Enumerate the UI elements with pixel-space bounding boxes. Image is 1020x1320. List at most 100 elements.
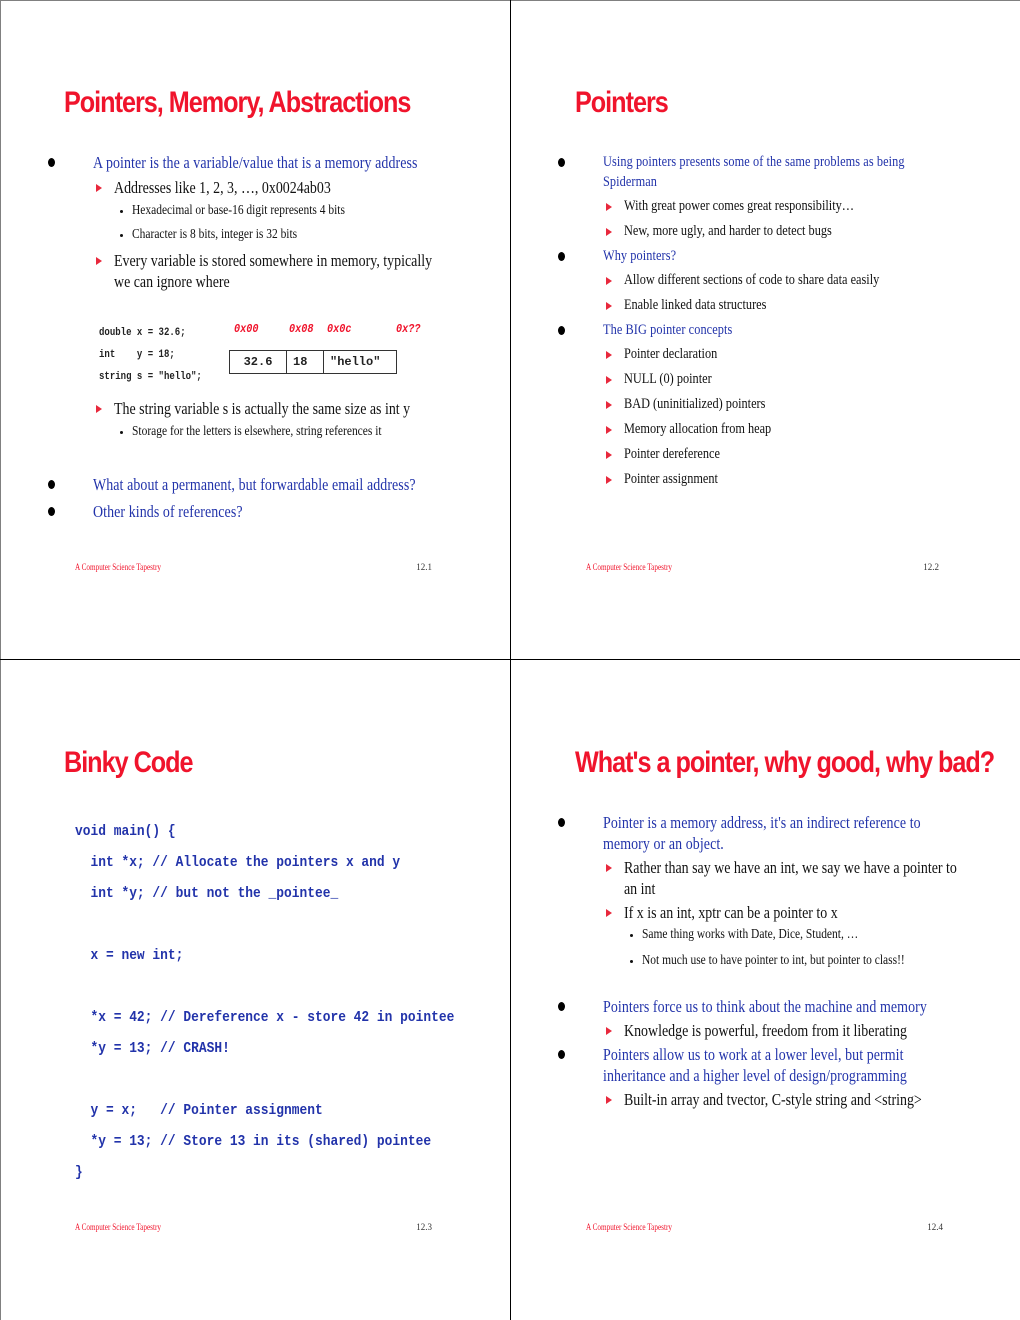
bullet-dot-icon xyxy=(48,480,55,489)
slide-12-4: What's a pointer, why good, why bad? Poi… xyxy=(511,660,1020,1320)
sub-sub-bullet: Hexadecimal or base-16 digit represents … xyxy=(48,202,448,220)
arrow-bullet-icon xyxy=(606,228,612,236)
sub-bullet: NULL (0) pointer xyxy=(558,369,958,389)
sub-bullet: Pointer assignment xyxy=(558,469,958,489)
bullet-dot-icon xyxy=(558,158,565,167)
code-line: y = x; // Pointer assignment xyxy=(75,1102,323,1119)
sub-bullet: Memory allocation from heap xyxy=(558,419,958,439)
code-line: string s = "hello"; xyxy=(99,371,202,383)
sub-bullet: Built-in array and tvector, C-style stri… xyxy=(558,1089,958,1110)
footer-title: A Computer Science Tapestry xyxy=(75,562,161,572)
page-number: 12.3 xyxy=(416,1222,432,1232)
memory-cell: "hello" xyxy=(323,350,397,374)
slide-content: Pointer is a memory address, it's an ind… xyxy=(558,812,958,1113)
code-line: double x = 32.6; xyxy=(99,327,186,339)
slide-12-2: Pointers Using pointers presents some of… xyxy=(511,0,1020,660)
sub-bullet: Addresses like 1, 2, 3, …, 0x0024ab03 xyxy=(48,177,448,198)
arrow-bullet-icon xyxy=(606,476,612,484)
code-block: void main() { int *x; // Allocate the po… xyxy=(75,816,516,1188)
code-line: int *x; // Allocate the pointers x and y xyxy=(75,854,401,871)
slide-12-3: Binky Code void main() { int *x; // Allo… xyxy=(0,660,510,1320)
code-line: *y = 13; // Store 13 in its (shared) poi… xyxy=(75,1133,432,1150)
sub-bullet: Rather than say we have an int, we say w… xyxy=(558,857,958,899)
sub-sub-bullet: Character is 8 bits, integer is 32 bits xyxy=(48,226,448,244)
code-line: int *y; // but not the _pointee_ xyxy=(75,885,339,902)
code-line: *x = 42; // Dereference x - store 42 in … xyxy=(75,1009,455,1026)
sub-bullet: Pointer declaration xyxy=(558,344,958,364)
sub-bullet: If x is an int, xptr can be a pointer to… xyxy=(558,902,958,923)
sub-sub-bullet: Storage for the letters is elsewhere, st… xyxy=(48,423,468,441)
address-label: 0x?? xyxy=(396,322,421,336)
sub-bullet: The string variable s is actually the sa… xyxy=(48,398,468,419)
slide-title: Pointers xyxy=(575,86,669,119)
sub-sub-bullet: Same thing works with Date, Dice, Studen… xyxy=(558,926,958,944)
slide-content-bottom: What about a permanent, but forwardable … xyxy=(48,474,468,528)
sub-bullet: Pointer dereference xyxy=(558,444,958,464)
footer-title: A Computer Science Tapestry xyxy=(586,1222,672,1232)
small-dot-icon xyxy=(630,934,633,937)
memory-cell: 18 xyxy=(286,350,324,374)
code-line: int y = 18; xyxy=(99,349,175,361)
footer-title: A Computer Science Tapestry xyxy=(75,1222,161,1232)
bullet-dot-icon xyxy=(558,1050,565,1059)
bullet-dot-icon xyxy=(558,818,565,827)
bullet: What about a permanent, but forwardable … xyxy=(48,474,468,495)
slide-content-after-code: The string variable s is actually the sa… xyxy=(48,396,468,447)
code-block: double x = 32.6; int y = 18; string s = … xyxy=(99,322,224,388)
sub-sub-bullet: Not much use to have pointer to int, but… xyxy=(558,952,958,970)
page-number: 12.1 xyxy=(416,562,432,572)
memory-cell: 32.6 xyxy=(229,350,287,374)
small-dot-icon xyxy=(630,960,633,963)
slide-12-1: Pointers, Memory, Abstractions A pointer… xyxy=(0,0,510,660)
slide-title: Pointers, Memory, Abstractions xyxy=(64,86,411,119)
small-dot-icon xyxy=(120,210,123,213)
slide-content: Using pointers presents some of the same… xyxy=(558,152,958,494)
code-line: void main() { xyxy=(75,823,176,840)
bullet: The BIG pointer concepts xyxy=(558,320,958,340)
arrow-bullet-icon xyxy=(606,351,612,359)
arrow-bullet-icon xyxy=(606,401,612,409)
memory-diagram: 32.6 18 "hello" xyxy=(229,350,397,374)
page-number: 12.4 xyxy=(927,1222,943,1232)
bullet-dot-icon xyxy=(48,507,55,516)
sub-bullet: BAD (uninitialized) pointers xyxy=(558,394,958,414)
bullet-dot-icon xyxy=(558,252,565,261)
bullet: Pointers allow us to work at a lower lev… xyxy=(558,1044,958,1086)
bullet: Other kinds of references? xyxy=(48,501,468,522)
sub-bullet: With great power comes great responsibil… xyxy=(558,196,958,216)
address-label: 0x08 xyxy=(289,322,314,336)
code-line: x = new int; xyxy=(75,947,184,964)
arrow-bullet-icon xyxy=(96,405,102,413)
slide-content: A pointer is the a variable/value that i… xyxy=(48,152,448,296)
arrow-bullet-icon xyxy=(606,203,612,211)
arrow-bullet-icon xyxy=(606,376,612,384)
sub-bullet: Enable linked data structures xyxy=(558,295,958,315)
bullet-dot-icon xyxy=(558,1002,565,1011)
arrow-bullet-icon xyxy=(96,184,102,192)
arrow-bullet-icon xyxy=(606,451,612,459)
arrow-bullet-icon xyxy=(606,909,612,917)
bullet: Pointers force us to think about the mac… xyxy=(558,996,958,1017)
arrow-bullet-icon xyxy=(606,1027,612,1035)
slide-title: Binky Code xyxy=(64,746,194,779)
code-line: *y = 13; // CRASH! xyxy=(75,1040,230,1057)
slide-title: What's a pointer, why good, why bad? xyxy=(575,746,995,779)
bullet-dot-icon xyxy=(558,326,565,335)
address-label: 0x00 xyxy=(234,322,259,336)
sub-bullet: Every variable is stored somewhere in me… xyxy=(48,250,448,292)
bullet: Why pointers? xyxy=(558,246,958,266)
footer-title: A Computer Science Tapestry xyxy=(586,562,672,572)
sub-bullet: Knowledge is powerful, freedom from it l… xyxy=(558,1020,958,1041)
small-dot-icon xyxy=(120,431,123,434)
sub-bullet: Allow different sections of code to shar… xyxy=(558,270,958,290)
bullet: A pointer is the a variable/value that i… xyxy=(48,152,448,173)
arrow-bullet-icon xyxy=(606,864,612,872)
address-label: 0x0c xyxy=(327,322,352,336)
bullet: Pointer is a memory address, it's an ind… xyxy=(558,812,958,854)
arrow-bullet-icon xyxy=(606,1096,612,1104)
page-number: 12.2 xyxy=(923,562,939,572)
